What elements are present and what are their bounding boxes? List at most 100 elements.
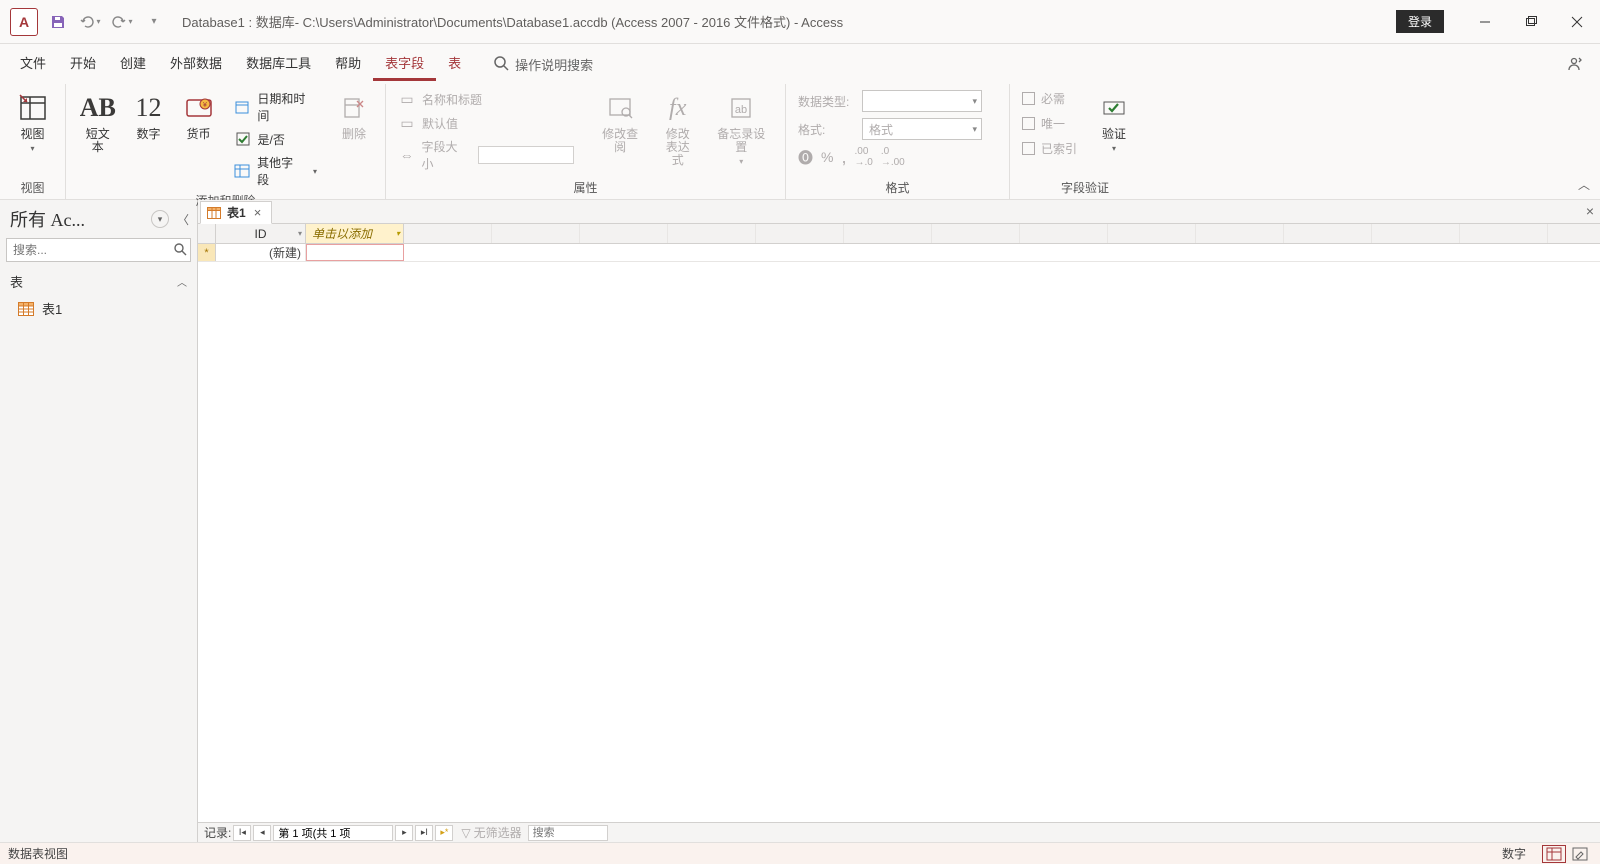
- tab-file[interactable]: 文件: [8, 47, 58, 81]
- group-props-label: 属性: [394, 177, 777, 197]
- qat-customize[interactable]: ▾: [140, 8, 168, 36]
- tab-create[interactable]: 创建: [108, 47, 158, 81]
- nav-item-label: 表1: [42, 299, 62, 318]
- column-click-to-add[interactable]: 单击以添加▾: [306, 224, 404, 243]
- unique-checkbox: 唯一: [1018, 113, 1081, 134]
- memo-icon: ab: [727, 90, 755, 126]
- more-fields-button[interactable]: 其他字段▾: [230, 152, 321, 190]
- search-icon: [493, 55, 509, 74]
- format-label: 格式:: [798, 121, 856, 138]
- validation-button[interactable]: 验证▾: [1091, 88, 1137, 156]
- indexed-checkbox: 已索引: [1018, 138, 1081, 159]
- minimize-button[interactable]: [1462, 0, 1508, 44]
- currency-format-icon: 🄌: [798, 147, 813, 168]
- fx-icon: fx: [669, 90, 686, 126]
- close-button[interactable]: [1554, 0, 1600, 44]
- tell-me-placeholder: 操作说明搜索: [515, 55, 593, 74]
- tab-table[interactable]: 表: [436, 47, 473, 81]
- tab-help[interactable]: 帮助: [323, 47, 373, 81]
- number-button[interactable]: 12 数字: [126, 88, 172, 143]
- tab-external[interactable]: 外部数据: [158, 47, 234, 81]
- group-validation-label: 字段验证: [1018, 177, 1152, 197]
- dropdown-icon[interactable]: ▾: [396, 229, 400, 238]
- status-numlock: 数字: [1502, 845, 1526, 862]
- login-button[interactable]: 登录: [1396, 10, 1444, 33]
- validation-icon: [1100, 90, 1128, 126]
- share-button[interactable]: [1562, 52, 1586, 76]
- navpane-dropdown[interactable]: ▾: [151, 210, 169, 228]
- column-id[interactable]: ID▾: [216, 224, 306, 243]
- tab-home[interactable]: 开始: [58, 47, 108, 81]
- prev-record-button[interactable]: ◂: [253, 825, 271, 841]
- record-label: 记录:: [204, 824, 231, 841]
- cell-id-new[interactable]: (新建): [216, 244, 306, 261]
- increase-decimal-icon: .00→.0: [854, 146, 872, 168]
- close-document-button[interactable]: ×: [1586, 203, 1594, 219]
- row-selector[interactable]: *: [198, 244, 216, 261]
- last-record-button[interactable]: ▸I: [415, 825, 433, 841]
- yesno-button[interactable]: 是/否: [230, 128, 321, 150]
- percent-format-icon: %: [821, 149, 833, 165]
- view-button[interactable]: 视图▾: [10, 88, 56, 156]
- doc-tab-table1[interactable]: 表1 ×: [200, 201, 272, 224]
- new-record-button[interactable]: ▸*: [435, 825, 453, 841]
- datasheet-view-toggle[interactable]: [1542, 845, 1566, 863]
- search-icon[interactable]: [173, 242, 187, 259]
- modify-lookup-button: 修改查阅: [590, 88, 650, 156]
- number-icon: 12: [136, 90, 162, 126]
- status-view-mode: 数据表视图: [8, 845, 1502, 862]
- chevron-up-icon: ︿: [177, 274, 187, 289]
- nav-item-table1[interactable]: 表1: [0, 295, 197, 322]
- calendar-icon: [234, 98, 252, 116]
- datatype-label: 数据类型:: [798, 93, 856, 110]
- app-icon: A: [10, 8, 38, 36]
- table-icon: [234, 162, 252, 180]
- column-dropdown-icon[interactable]: ▾: [298, 229, 302, 238]
- currency-icon: ¥: [185, 90, 213, 126]
- new-record-row[interactable]: * (新建): [198, 244, 1600, 262]
- design-view-toggle[interactable]: [1568, 845, 1592, 863]
- active-cell[interactable]: [306, 244, 404, 261]
- next-record-button[interactable]: ▸: [395, 825, 413, 841]
- maximize-button[interactable]: [1508, 0, 1554, 44]
- decrease-decimal-icon: .0→.00: [881, 146, 905, 168]
- default-value-button: ▭默认值: [394, 112, 578, 134]
- default-icon: ▭: [398, 114, 416, 132]
- group-format-label: 格式: [794, 177, 1001, 197]
- datetime-button[interactable]: 日期和时间: [230, 88, 321, 126]
- tab-fields[interactable]: 表字段: [373, 47, 436, 81]
- modify-expression-button: fx 修改 表达式: [654, 88, 702, 170]
- delete-icon: [341, 90, 367, 126]
- record-position[interactable]: [273, 825, 393, 841]
- navpane-collapse[interactable]: 〈: [175, 211, 191, 228]
- table-icon: [207, 207, 221, 219]
- first-record-button[interactable]: I◂: [233, 825, 251, 841]
- svg-text:¥: ¥: [203, 102, 207, 109]
- delete-field-button: 删除: [331, 88, 377, 143]
- undo-button[interactable]: ▾: [76, 8, 104, 36]
- select-all-rows[interactable]: [198, 224, 216, 243]
- tell-me-search[interactable]: 操作说明搜索: [493, 55, 593, 74]
- collapse-ribbon-button[interactable]: ︿: [1578, 176, 1590, 193]
- filter-icon: ▽: [461, 826, 470, 840]
- close-tab-button[interactable]: ×: [252, 205, 264, 220]
- short-text-icon: AB: [80, 90, 116, 126]
- redo-button[interactable]: ▾: [108, 8, 136, 36]
- checkbox-icon: [234, 130, 252, 148]
- svg-text:ab: ab: [735, 104, 747, 116]
- format-combo: 格式: [862, 118, 982, 140]
- nav-group-tables[interactable]: 表 ︿: [0, 268, 197, 295]
- save-button[interactable]: [44, 8, 72, 36]
- tag-icon: ▭: [398, 90, 416, 108]
- view-label: 视图: [20, 127, 44, 141]
- no-filter-indicator: ▽无筛选器: [461, 824, 521, 841]
- group-view-label: 视图: [8, 177, 57, 197]
- required-checkbox: 必需: [1018, 88, 1081, 109]
- nav-search-input[interactable]: [6, 238, 191, 262]
- tab-dbtools[interactable]: 数据库工具: [234, 47, 323, 81]
- datatype-combo: [862, 90, 982, 112]
- currency-button[interactable]: ¥ 货币: [176, 88, 222, 143]
- field-size-button: ⇔字段大小: [394, 136, 578, 174]
- short-text-button[interactable]: AB 短文本: [74, 88, 122, 156]
- record-search[interactable]: [528, 825, 608, 841]
